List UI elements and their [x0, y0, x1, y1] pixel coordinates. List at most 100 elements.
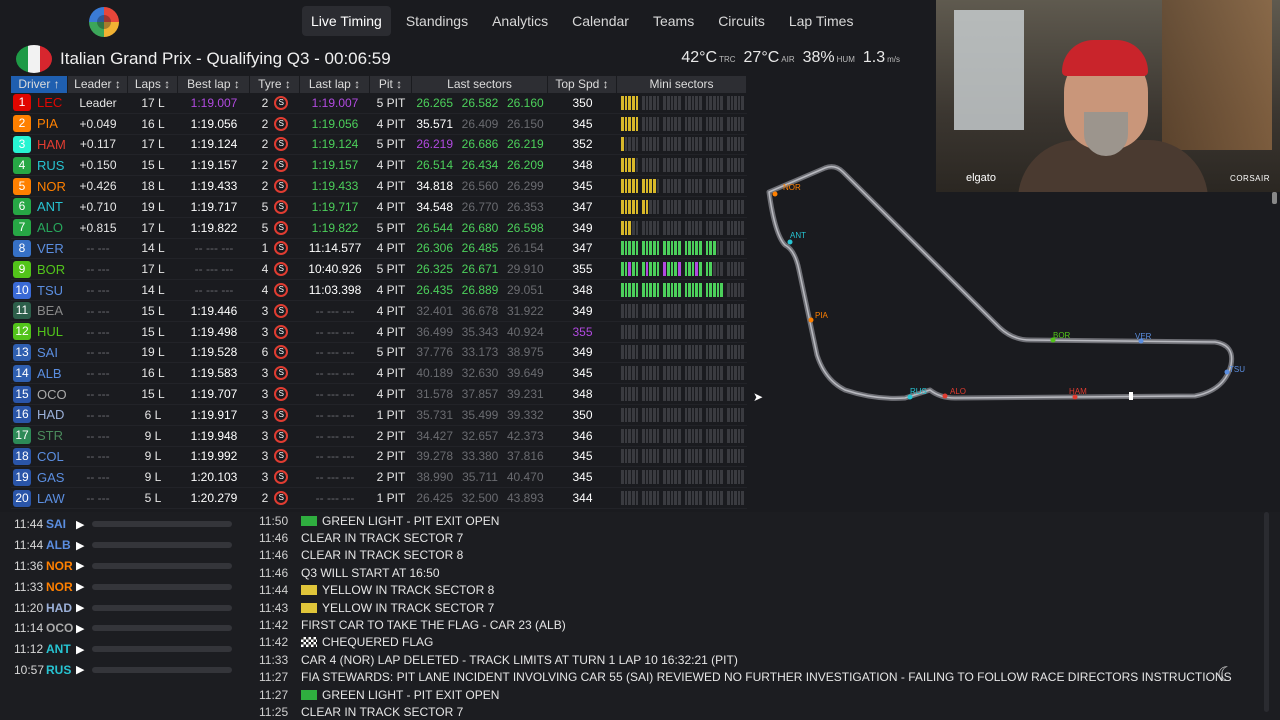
audio-progress-bar[interactable] — [92, 583, 232, 590]
audio-progress-bar[interactable] — [92, 562, 232, 569]
column-header-4[interactable]: Tyre ↕ — [250, 76, 300, 93]
mini-sector-bar — [734, 345, 737, 360]
column-header-8[interactable]: Top Spd ↕ — [548, 76, 617, 93]
table-row[interactable]: 9 BOR -- --- 17 L -- --- --- 4 S 10:40.926 5 PIT… — [11, 259, 747, 281]
mini-sector-bar — [705, 116, 709, 131]
mini-sector-bar — [666, 387, 670, 402]
mini-sector-bar — [720, 179, 723, 194]
mini-sector-bar — [656, 220, 660, 235]
table-row[interactable]: 6 ANT +0.710 19 L 1:19.717 5 S 1:19.717 4 PIT 34.… — [11, 197, 747, 218]
column-header-0[interactable]: Driver ↑ — [11, 76, 68, 93]
play-icon[interactable]: ▶ — [76, 559, 90, 572]
table-row[interactable]: 15 OCO -- --- 15 L 1:19.707 3 S -- --- --- 4 PIT… — [11, 384, 747, 405]
audio-progress-bar[interactable] — [92, 625, 232, 632]
last-sectors: 34.427 32.657 42.373 — [412, 429, 548, 443]
nav-item-calendar[interactable]: Calendar — [563, 6, 638, 36]
table-row[interactable]: 18 COL -- --- 9 L 1:19.992 3 S -- --- --- 2 PIT 3… — [11, 447, 747, 468]
table-row[interactable]: 16 HAD -- --- 6 L 1:19.917 3 S -- --- --- 1 PIT 3… — [11, 405, 747, 426]
mini-sector-bar — [666, 262, 670, 277]
mini-sector-bar — [720, 428, 723, 443]
table-row[interactable]: 2 PIA +0.049 16 L 1:19.056 2 S 1:19.056 4 PIT 35.… — [11, 114, 747, 135]
nav-item-circuits[interactable]: Circuits — [709, 6, 774, 36]
audio-progress-bar[interactable] — [92, 604, 232, 611]
mini-sector-bar — [624, 387, 628, 402]
column-header-7[interactable]: Last sectors — [412, 76, 548, 93]
mini-sector-bar — [674, 366, 677, 381]
app-logo[interactable] — [89, 7, 119, 37]
mini-sector-bar — [741, 220, 745, 235]
mini-sector-bar — [712, 491, 716, 506]
audio-progress-bar[interactable] — [92, 521, 232, 528]
column-header-3[interactable]: Best lap ↕ — [178, 76, 250, 93]
mini-sector-bar — [670, 283, 674, 298]
mini-sector-bar — [699, 428, 702, 443]
mini-sector-group — [726, 199, 745, 214]
table-row[interactable]: 8 VER -- --- 14 L -- --- --- 1 S 11:14.577 4 PIT… — [11, 239, 747, 260]
play-icon[interactable]: ▶ — [76, 622, 90, 635]
mini-sector-bar — [670, 158, 674, 173]
column-header-9[interactable]: Mini sectors — [617, 76, 747, 93]
table-row[interactable]: 17 STR -- --- 9 L 1:19.948 3 S -- --- --- 2 PIT 3… — [11, 426, 747, 447]
mini-sector-bar — [709, 241, 712, 256]
mini-sector-bar — [709, 116, 712, 131]
table-row[interactable]: 7 ALO +0.815 17 L 1:19.822 5 S 1:19.822 5 PIT 26.… — [11, 218, 747, 239]
column-header-2[interactable]: Laps ↕ — [128, 76, 178, 93]
nav-item-teams[interactable]: Teams — [644, 6, 703, 36]
table-row[interactable]: 19 GAS -- --- 9 L 1:20.103 3 S -- --- --- 2 PIT 3… — [11, 467, 747, 489]
mini-sector-bar — [734, 449, 737, 464]
mini-sector-bar — [712, 137, 716, 152]
play-icon[interactable]: ▶ — [76, 580, 90, 593]
mini-sector-bar — [691, 283, 695, 298]
table-row[interactable]: 3 HAM +0.117 17 L 1:19.124 2 S 1:19.124 5 PIT 26.… — [11, 135, 747, 156]
dark-mode-toggle-icon[interactable]: ☾ — [1212, 662, 1240, 690]
nav-item-analytics[interactable]: Analytics — [483, 6, 557, 36]
messages-scrollbar[interactable] — [1264, 512, 1269, 712]
play-icon[interactable]: ▶ — [76, 539, 90, 552]
mini-sector-bar — [705, 179, 709, 194]
table-row[interactable]: 12 HUL -- --- 15 L 1:19.498 3 S -- --- --- 4 PIT… — [11, 322, 747, 343]
mini-sector-bar — [709, 428, 712, 443]
sector-time-s1: 36.499 — [416, 324, 454, 339]
mini-sector-bar — [712, 199, 716, 214]
column-header-6[interactable]: Pit ↕ — [370, 76, 412, 93]
map-label-ham: HAM — [1069, 387, 1087, 396]
audio-progress-bar[interactable] — [92, 542, 232, 549]
mini-sector-bar — [653, 158, 656, 173]
mini-sector-bar — [712, 470, 716, 485]
mini-sector-group — [705, 366, 723, 381]
mini-sectors — [617, 324, 747, 339]
table-row[interactable]: 14 ALB -- --- 16 L 1:19.583 3 S -- --- --- 4 PIT… — [11, 363, 747, 385]
play-icon[interactable]: ▶ — [76, 601, 90, 614]
mini-sector-bar — [699, 116, 702, 131]
column-header-1[interactable]: Leader ↕ — [68, 76, 128, 93]
mini-sector-bar — [649, 116, 653, 131]
driver-cell: 3 HAM — [11, 135, 68, 153]
track-map: NOR ANT PIA BOR VER TSU RUS ALO HAM — [755, 150, 1255, 430]
table-row[interactable]: 5 NOR +0.426 18 L 1:19.433 2 S 1:19.433 4 PIT 34.… — [11, 176, 747, 197]
last-sectors: 35.731 35.499 39.332 — [412, 408, 548, 422]
play-icon[interactable]: ▶ — [76, 518, 90, 531]
table-row[interactable]: 4 RUS +0.150 15 L 1:19.157 2 S 1:19.157 4 PIT 26.… — [11, 155, 747, 177]
nav-item-lap-times[interactable]: Lap Times — [780, 6, 863, 36]
table-row[interactable]: 10 TSU -- --- 14 L -- --- --- 4 S 11:03.398 4 PI… — [11, 280, 747, 301]
scrollbar-thumb[interactable] — [1272, 192, 1277, 204]
play-icon[interactable]: ▶ — [76, 663, 90, 676]
mini-sectors — [617, 491, 747, 506]
driver-cell: 16 HAD — [11, 406, 68, 424]
table-row[interactable]: 11 BEA -- --- 15 L 1:19.446 3 S -- --- --- 4 PIT… — [11, 301, 747, 322]
column-header-5[interactable]: Last lap ↕ — [300, 76, 370, 93]
nav-item-standings[interactable]: Standings — [397, 6, 477, 36]
mini-sector-group — [621, 241, 639, 256]
mini-sector-bar — [653, 345, 656, 360]
audio-progress-bar[interactable] — [92, 646, 232, 653]
nav-item-live-timing[interactable]: Live Timing — [302, 6, 391, 36]
mini-sector-group — [621, 345, 639, 360]
mini-sector-bar — [741, 345, 745, 360]
play-icon[interactable]: ▶ — [76, 643, 90, 656]
table-row[interactable]: 1 LEC Leader 17 L 1:19.007 2 S 1:19.007 5 PIT 26.… — [11, 93, 747, 114]
table-row[interactable]: 20 LAW -- --- 5 L 1:20.279 2 S -- --- --- 1 PIT 2… — [11, 488, 747, 509]
mini-sector-bar — [684, 449, 688, 464]
audio-progress-bar[interactable] — [92, 666, 232, 673]
table-row[interactable]: 13 SAI -- --- 19 L 1:19.528 6 S -- --- --- 5 PIT… — [11, 343, 747, 364]
laps-count: 15 L — [141, 158, 165, 173]
